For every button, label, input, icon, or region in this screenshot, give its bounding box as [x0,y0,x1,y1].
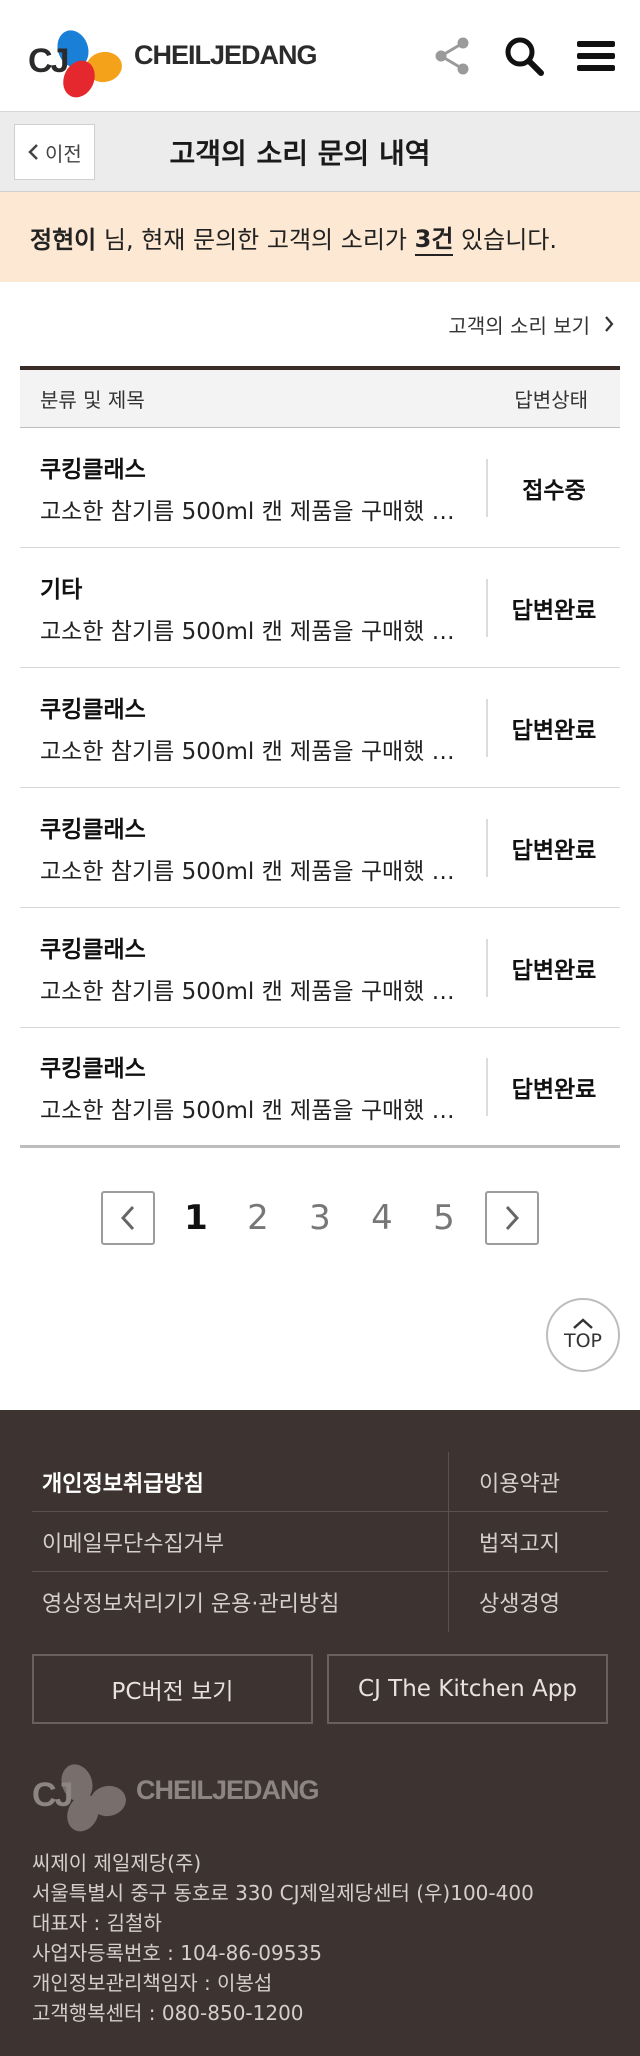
table-row[interactable]: 쿠킹클래스 고소한 참기름 500ml 캔 제품을 구매했 … 답변완료 [20,908,620,1028]
table-header: 분류 및 제목 답변상태 [20,366,620,428]
menu-icon[interactable] [574,34,618,78]
row-content: 쿠킹클래스 고소한 참기름 500ml 캔 제품을 구매했 … [20,1049,486,1125]
row-category: 쿠킹클래스 [40,816,146,843]
business-number: 사업자등록번호 : 104-86-09535 [32,1941,322,1965]
footer-brand-name: CHEILJEDANG [136,1774,320,1805]
footer-logo-mark: CJ [32,1750,129,1837]
page-number[interactable]: 2 [227,1198,289,1238]
share-icon[interactable] [430,34,474,78]
chevron-right-icon [505,1205,520,1231]
footer-logo-cj-text: CJ [32,1776,73,1814]
row-status: 답변완료 [486,578,620,637]
row-category: 쿠킹클래스 [40,456,146,483]
company-address: 서울특별시 중구 동호로 330 CJ제일제당센터 (우)100-400 [32,1881,534,1905]
inquiry-table-body: 쿠킹클래스 고소한 참기름 500ml 캔 제품을 구매했 … 접수중 기타 고… [20,428,620,1148]
pagination: 1 2 3 4 5 [0,1148,640,1288]
privacy-officer: 개인정보관리책임자 : 이봉섭 [32,1971,273,1995]
chevron-up-icon [573,1318,593,1329]
table-row[interactable]: 쿠킹클래스 고소한 참기름 500ml 캔 제품을 구매했 … 접수중 [20,428,620,548]
legal-notice-link[interactable]: 법적고지 [448,1512,608,1572]
back-button-label: 이전 [45,141,82,166]
customer-center: 고객행복센터 : 080-850-1200 [32,2001,304,2025]
cj-cheiljedang-logo[interactable]: CJ CHEILJEDANG [28,16,318,103]
kitchen-app-button[interactable]: CJ The Kitchen App [327,1654,608,1724]
row-content: 쿠킹클래스 고소한 참기름 500ml 캔 제품을 구매했 … [20,930,486,1006]
notice-text-after: 있습니다. [453,225,557,254]
inquiry-count-notice: 정현이 님, 현재 문의한 고객의 소리가 3건 있습니다. [0,192,640,282]
notice-text-before: 님, 현재 문의한 고객의 소리가 [96,225,415,254]
page-title: 고객의 소리 문의 내역 [169,136,431,170]
top-button-label: TOP [563,1330,603,1352]
row-title: 고소한 참기름 500ml 캔 제품을 구매했 … [40,858,455,885]
page-numbers: 1 2 3 4 5 [165,1198,475,1238]
page-number[interactable]: 5 [413,1198,475,1238]
row-title: 고소한 참기름 500ml 캔 제품을 구매했 … [40,618,455,645]
pc-version-button[interactable]: PC버전 보기 [32,1654,313,1724]
top-header: CJ CHEILJEDANG [0,0,640,112]
site-footer: 개인정보취급방침 이용약관 이메일무단수집거부 법적고지 영상정보처리기기 운용… [0,1410,640,2056]
table-row[interactable]: 쿠킹클래스 고소한 참기름 500ml 캔 제품을 구매했 … 답변완료 [20,1028,620,1148]
user-name: 정현이 [30,225,97,254]
row-content: 쿠킹클래스 고소한 참기름 500ml 캔 제품을 구매했 … [20,450,486,526]
cctv-policy-link[interactable]: 영상정보처리기기 운용·관리방침 [32,1572,448,1632]
back-button[interactable]: 이전 [14,124,95,180]
table-row[interactable]: 쿠킹클래스 고소한 참기름 500ml 캔 제품을 구매했 … 답변완료 [20,668,620,788]
page-number[interactable]: 1 [165,1198,227,1238]
company-name: 씨제이 제일제당(주) [32,1851,202,1875]
column-status-header: 답변상태 [514,388,588,412]
row-content: 쿠킹클래스 고소한 참기름 500ml 캔 제품을 구매했 … [20,810,486,886]
next-page-button[interactable] [485,1191,539,1245]
chevron-left-icon [120,1205,135,1231]
chevron-right-icon [605,316,614,332]
row-status: 접수중 [486,458,620,517]
column-title-header: 분류 및 제목 [40,388,145,412]
row-title: 고소한 참기름 500ml 캔 제품을 구매했 … [40,1097,455,1124]
company-ceo: 대표자 : 김철하 [32,1911,162,1935]
win-win-management-link[interactable]: 상생경영 [448,1572,608,1632]
row-status: 답변완료 [486,698,620,757]
terms-link[interactable]: 이용약관 [448,1452,608,1512]
header-icons [430,34,618,78]
footer-buttons: PC버전 보기 CJ The Kitchen App [32,1654,608,1724]
page-title-bar: 이전 고객의 소리 문의 내역 [0,112,640,192]
search-icon[interactable] [502,34,546,78]
table-row[interactable]: 기타 고소한 참기름 500ml 캔 제품을 구매했 … 답변완료 [20,548,620,668]
row-content: 기타 고소한 참기름 500ml 캔 제품을 구매했 … [20,570,486,646]
view-voc-link[interactable]: 고객의 소리 보기 [20,282,620,366]
row-category: 쿠킹클래스 [40,1055,146,1082]
row-title: 고소한 참기름 500ml 캔 제품을 구매했 … [40,978,455,1005]
scroll-to-top-button[interactable]: TOP [546,1298,620,1372]
email-refusal-link[interactable]: 이메일무단수집거부 [32,1512,448,1572]
row-title: 고소한 참기름 500ml 캔 제품을 구매했 … [40,498,455,525]
view-voc-link-label: 고객의 소리 보기 [448,313,590,338]
row-category: 쿠킹클래스 [40,696,146,723]
row-content: 쿠킹클래스 고소한 참기름 500ml 캔 제품을 구매했 … [20,690,486,766]
footer-logo: CJ CHEILJEDANG [32,1750,608,1837]
row-status: 답변완료 [486,818,620,877]
inquiry-list-section: 고객의 소리 보기 분류 및 제목 답변상태 쿠킹클래스 고소한 참기름 500… [0,282,640,1148]
page-number[interactable]: 4 [351,1198,413,1238]
footer-links: 개인정보취급방침 이용약관 이메일무단수집거부 법적고지 영상정보처리기기 운용… [32,1452,608,1632]
row-title: 고소한 참기름 500ml 캔 제품을 구매했 … [40,738,455,765]
page-number[interactable]: 3 [289,1198,351,1238]
logo-brand-name: CHEILJEDANG [134,40,318,70]
cj-logo-mark: CJ [28,16,125,103]
logo-cj-text: CJ [28,41,69,80]
chevron-left-icon [28,144,38,160]
inquiry-count: 3건 [414,219,454,256]
top-button-area: TOP [0,1288,640,1410]
row-category: 쿠킹클래스 [40,936,146,963]
table-row[interactable]: 쿠킹클래스 고소한 참기름 500ml 캔 제품을 구매했 … 답변완료 [20,788,620,908]
row-status: 답변완료 [486,938,620,997]
privacy-policy-link[interactable]: 개인정보취급방침 [32,1452,448,1512]
prev-page-button[interactable] [101,1191,155,1245]
company-info: 씨제이 제일제당(주) 서울특별시 중구 동호로 330 CJ제일제당센터 (우… [32,1848,608,2028]
row-category: 기타 [40,576,83,603]
row-status: 답변완료 [486,1057,620,1116]
